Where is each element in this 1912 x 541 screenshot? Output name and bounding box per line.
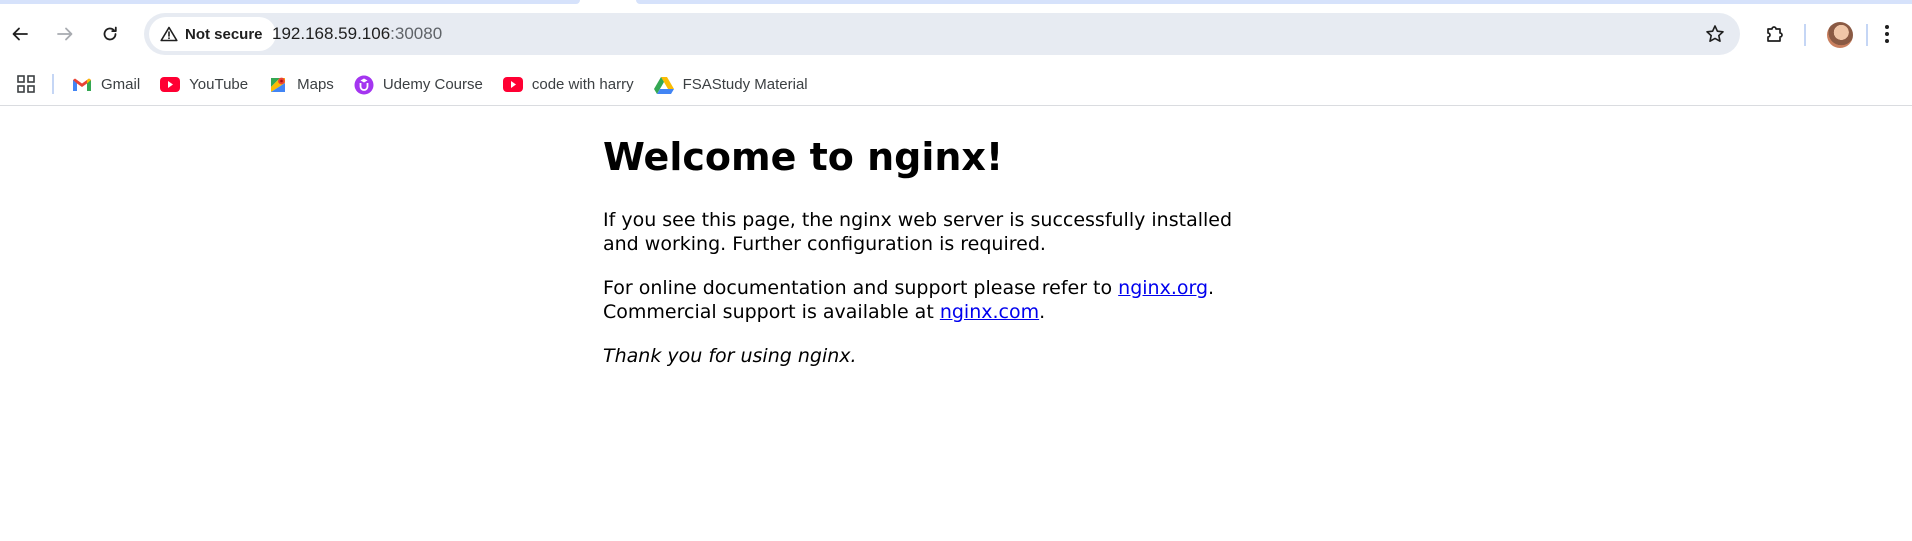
- arrow-left-icon: [12, 27, 28, 41]
- bookmark-label: FSAStudy Material: [682, 76, 808, 93]
- bookmark-star-button[interactable]: [1698, 17, 1732, 51]
- bookmark-code-with-harry[interactable]: code with harry: [502, 70, 634, 100]
- udemy-icon: [354, 75, 374, 95]
- docs-period: .: [1208, 276, 1215, 299]
- bookmark-label: YouTube: [189, 76, 249, 93]
- youtube-icon: [160, 75, 181, 95]
- reload-button[interactable]: [93, 17, 127, 51]
- bookmark-fsastudy-material[interactable]: FSAStudy Material: [653, 70, 808, 100]
- browser-toolbar: Not secure 192.168.59.106:30080: [0, 4, 1912, 64]
- bookmark-label: Gmail: [101, 76, 141, 93]
- thanks-paragraph: Thank you for using nginx.: [603, 344, 857, 367]
- url-port: :30080: [390, 24, 443, 43]
- commercial-text: Commercial support is available at: [603, 300, 940, 323]
- bookmark-list: Gmail YouTube Maps Udemy Course code wit…: [72, 64, 828, 105]
- toolbar-separator: [1804, 24, 1806, 46]
- profile-avatar[interactable]: [1827, 22, 1853, 48]
- nginx-org-link[interactable]: nginx.org: [1118, 277, 1208, 299]
- bookmarks-bar: Gmail YouTube Maps Udemy Course code wit…: [0, 64, 1912, 106]
- apps-button[interactable]: [12, 70, 40, 98]
- apps-grid-icon: [17, 75, 35, 93]
- docs-paragraph: For online documentation and support ple…: [603, 276, 1243, 324]
- bookmarks-separator: [52, 74, 54, 94]
- security-label: Not secure: [185, 25, 263, 43]
- bookmark-label: Maps: [297, 76, 334, 93]
- puzzle-icon: [1767, 26, 1783, 42]
- toolbar-separator: [1866, 24, 1868, 46]
- reload-icon: [103, 26, 117, 41]
- youtube-icon: [502, 75, 523, 95]
- page-content: Welcome to nginx! If you see this page, …: [603, 106, 1243, 368]
- forward-button[interactable]: [48, 17, 82, 51]
- bookmark-maps[interactable]: Maps: [268, 70, 334, 100]
- intro-paragraph: If you see this page, the nginx web serv…: [603, 208, 1233, 255]
- arrow-right-icon: [57, 27, 73, 41]
- page-title: Welcome to nginx!: [603, 135, 1004, 179]
- warning-icon: [160, 26, 178, 42]
- nginx-com-link[interactable]: nginx.com: [940, 301, 1039, 323]
- url-text[interactable]: 192.168.59.106:30080: [272, 13, 442, 55]
- bookmark-label: Udemy Course: [382, 76, 483, 93]
- google-drive-icon: [653, 75, 674, 95]
- docs-text: For online documentation and support ple…: [603, 276, 1119, 299]
- bookmark-label: code with harry: [531, 76, 634, 93]
- browser-menu-button[interactable]: [1870, 17, 1904, 51]
- star-icon: [1706, 25, 1724, 42]
- bookmark-gmail[interactable]: Gmail: [72, 70, 140, 100]
- commercial-period: .: [1039, 300, 1046, 323]
- address-bar[interactable]: Not secure 192.168.59.106:30080: [144, 13, 1740, 55]
- bookmark-udemy[interactable]: Udemy Course: [354, 70, 483, 100]
- bookmark-youtube[interactable]: YouTube: [160, 70, 248, 100]
- url-host: 192.168.59.106: [272, 24, 391, 43]
- kebab-menu-icon: [1885, 25, 1889, 43]
- security-chip[interactable]: Not secure: [149, 17, 276, 51]
- extensions-button[interactable]: [1758, 17, 1792, 51]
- maps-icon: [268, 75, 288, 95]
- back-button[interactable]: [3, 17, 37, 51]
- gmail-icon: [72, 75, 92, 95]
